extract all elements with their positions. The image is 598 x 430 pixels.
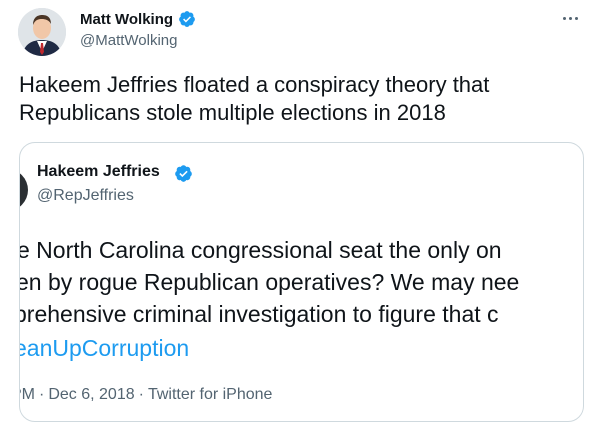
verified-badge-icon xyxy=(175,165,192,182)
tweet[interactable]: Matt Wolking @MattWolking Hakeem Jeffrie… xyxy=(0,0,598,430)
tweet-source[interactable]: Twitter for iPhone xyxy=(148,386,273,403)
quoted-avatar[interactable] xyxy=(20,169,28,211)
quoted-text-line: e North Carolina congressional seat the … xyxy=(19,237,502,263)
quoted-author-name[interactable]: Hakeem Jeffries xyxy=(37,163,160,181)
hashtag-link[interactable]: eanUpCorruption xyxy=(20,333,189,363)
quoted-text-line: prehensive criminal investigation to fig… xyxy=(19,301,499,327)
quoted-tweet[interactable]: Hakeem Jeffries @RepJeffries e North Car… xyxy=(19,142,584,422)
more-horizontal-icon xyxy=(562,16,566,20)
quoted-author-handle[interactable]: @RepJeffries xyxy=(37,187,134,205)
author-name[interactable]: Matt Wolking xyxy=(80,11,173,28)
tweet-text: Hakeem Jeffries floated a conspiracy the… xyxy=(19,72,490,125)
tweet-date[interactable]: Dec 6, 2018 xyxy=(48,386,134,403)
tweet-time[interactable]: PM xyxy=(20,386,35,403)
quoted-tweet-meta: PM·Dec 6, 2018·Twitter for iPhone xyxy=(20,386,273,404)
avatar-image xyxy=(18,8,66,56)
more-options-button[interactable] xyxy=(558,8,582,28)
avatar[interactable] xyxy=(18,8,66,56)
verified-badge-icon xyxy=(179,11,195,27)
quoted-text-line: en by rogue Republican operatives? We ma… xyxy=(19,269,520,295)
author-handle[interactable]: @MattWolking xyxy=(80,32,177,49)
